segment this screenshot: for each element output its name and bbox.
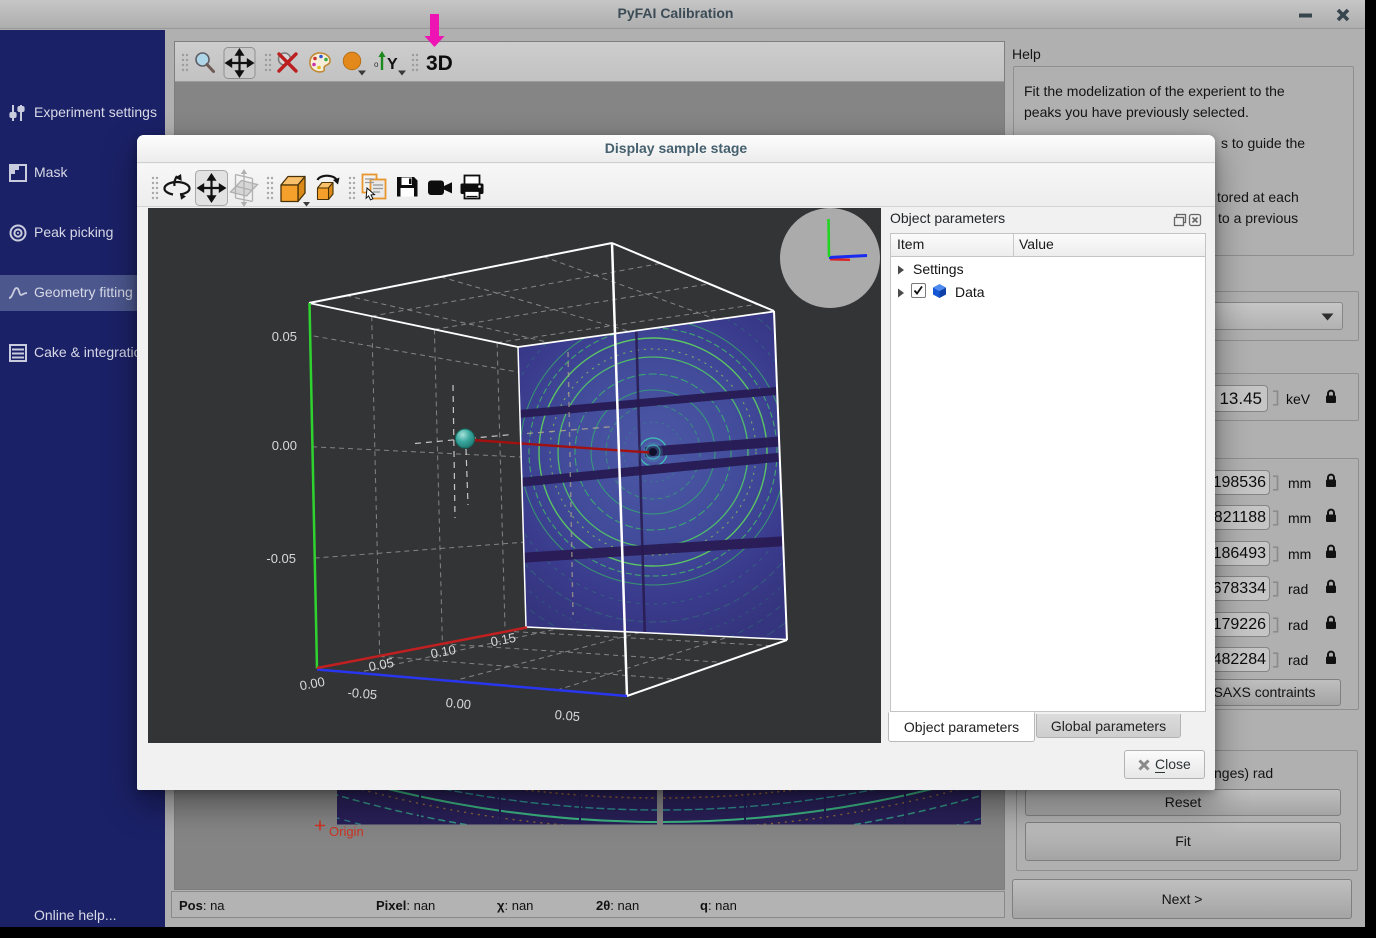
svg-text:0.00: 0.00 <box>445 695 472 712</box>
svg-text:3D: 3D <box>426 52 453 75</box>
svg-text:o: o <box>374 60 379 69</box>
svg-text:0.00: 0.00 <box>272 438 297 453</box>
svg-text:-0.05: -0.05 <box>266 551 296 566</box>
svg-text:Origin: Origin <box>329 824 364 839</box>
svg-text:-0.05: -0.05 <box>347 685 378 703</box>
svg-text:0.05: 0.05 <box>554 707 581 724</box>
svg-text:0.05: 0.05 <box>272 329 297 344</box>
svg-text:Y: Y <box>387 56 398 73</box>
